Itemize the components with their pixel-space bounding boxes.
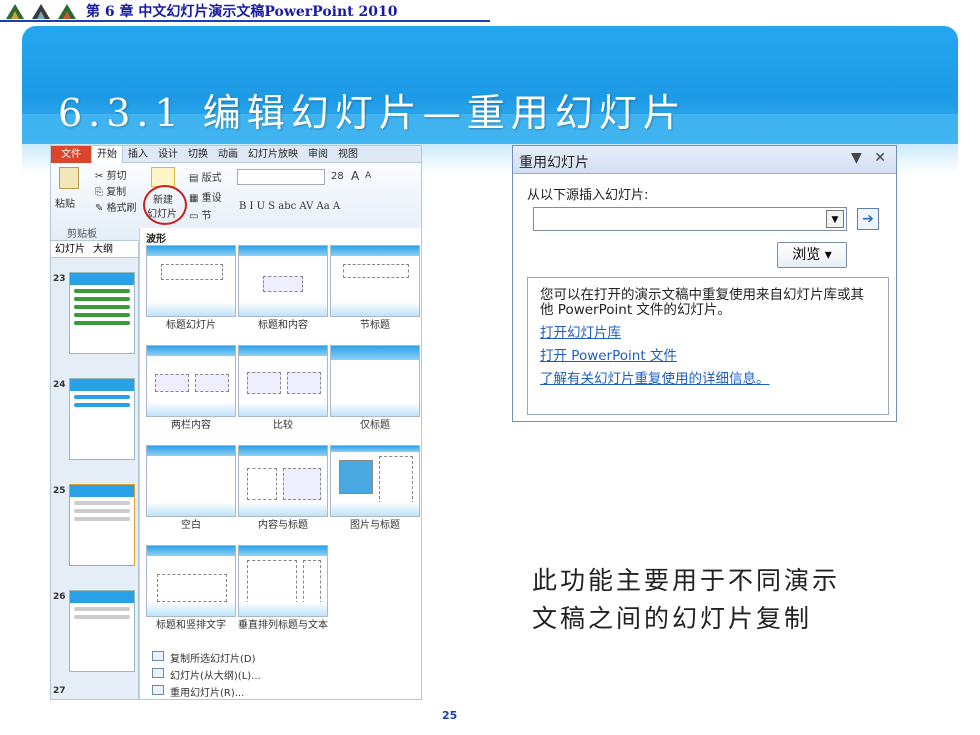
tab-slideshow[interactable]: 幻灯片放映 <box>243 146 303 163</box>
powerpoint-screenshot: 文件 开始 插入 设计 切换 动画 幻灯片放映 审阅 视图 粘贴 ✂ 剪切 ⎘ … <box>50 145 422 700</box>
layout-title-slide[interactable] <box>146 245 236 317</box>
layout-content-caption[interactable] <box>238 445 328 517</box>
layout-label: 图片与标题 <box>350 520 400 531</box>
layout-comparison[interactable] <box>238 345 328 417</box>
cut-button[interactable]: ✂ 剪切 <box>95 167 127 182</box>
layout-two-content[interactable] <box>146 345 236 417</box>
tab-insert[interactable]: 插入 <box>123 146 153 163</box>
tab-review[interactable]: 审阅 <box>303 146 333 163</box>
slide-number: 26 <box>53 592 66 602</box>
layout-label: 内容与标题 <box>258 520 308 531</box>
layout-label: 空白 <box>181 520 201 531</box>
paste-icon[interactable] <box>59 167 79 189</box>
reuse-slides-command[interactable]: 重用幻灯片(R)... <box>170 684 244 699</box>
reuse-slides-panel: 重用幻灯片 ▼ ✕ 从以下源插入幻灯片: ▼ ➔ 浏览 ▾ 您可以在打开的演示文… <box>512 145 897 422</box>
tab-transitions[interactable]: 切换 <box>183 146 213 163</box>
layout-blank[interactable] <box>146 445 236 517</box>
reuse-slides-icon <box>152 685 164 695</box>
slide-caption: 此功能主要用于不同演示 文稿之间的幻灯片复制 <box>532 562 912 638</box>
close-icon[interactable]: ✕ <box>874 150 886 166</box>
paste-button[interactable]: 粘贴 <box>55 195 75 210</box>
triangle-logo-icon <box>56 2 78 20</box>
layout-label: 标题和内容 <box>258 320 308 331</box>
gallery-theme-title: 波形 <box>146 234 166 245</box>
caption-line: 此功能主要用于不同演示 <box>532 566 841 595</box>
layout-section-header[interactable] <box>330 245 420 317</box>
slide-number: 23 <box>53 274 66 284</box>
format-painter-button[interactable]: ✎ 格式刷 <box>95 199 137 214</box>
shrink-font-button[interactable]: A <box>365 171 371 181</box>
chapter-title: 第 6 章 中文幻灯片演示文稿PowerPoint 2010 <box>86 4 398 20</box>
open-powerpoint-file-link[interactable]: 打开 PowerPoint 文件 <box>540 349 876 364</box>
layout-label: 比较 <box>273 420 293 431</box>
ribbon-tabs: 文件 开始 插入 设计 切换 动画 幻灯片放映 审阅 视图 <box>51 146 421 163</box>
slides-from-outline-icon <box>152 668 164 678</box>
new-slide-highlight <box>143 185 187 225</box>
font-style-buttons[interactable]: B I U S abc AV Aa A <box>239 201 340 212</box>
duplicate-slide-icon <box>152 651 164 661</box>
chapter-header: 第 6 章 中文幻灯片演示文稿PowerPoint 2010 <box>0 0 980 22</box>
slide-number: 27 <box>53 686 66 696</box>
layout-title-only[interactable] <box>330 345 420 417</box>
new-slide-icon[interactable] <box>151 167 175 187</box>
slide-thumbnail[interactable] <box>69 590 135 672</box>
grow-font-button[interactable]: A <box>351 169 359 183</box>
layout-label: 节标题 <box>360 320 390 331</box>
slide-thumbnail[interactable] <box>69 378 135 460</box>
layout-button[interactable]: ▤ 版式 <box>189 169 222 184</box>
copy-button[interactable]: ⎘ 复制 <box>95 183 126 198</box>
tab-view[interactable]: 视图 <box>333 146 363 163</box>
layout-title-content[interactable] <box>238 245 328 317</box>
source-input[interactable]: ▼ <box>533 207 847 231</box>
duplicate-slides-command[interactable]: 复制所选幻灯片(D) <box>170 650 256 665</box>
caption-line: 文稿之间的幻灯片复制 <box>532 604 813 633</box>
panel-description: 您可以在打开的演示文稿中重复使用来自幻灯片库或其他 PowerPoint 文件的… <box>540 287 864 318</box>
go-arrow-icon[interactable]: ➔ <box>857 208 879 230</box>
font-name-input[interactable] <box>237 169 325 185</box>
slide-number: 24 <box>53 380 66 390</box>
layout-label: 标题和竖排文字 <box>156 620 226 631</box>
tab-design[interactable]: 设计 <box>153 146 183 163</box>
chevron-down-icon[interactable]: ▼ <box>826 210 844 228</box>
tab-outline[interactable]: 大纲 <box>89 242 117 257</box>
slide-thumbnail[interactable] <box>69 272 135 354</box>
browse-button[interactable]: 浏览 ▾ <box>777 242 847 268</box>
layout-title-vertical-text[interactable] <box>146 545 236 617</box>
slide-thumbnail[interactable] <box>69 484 135 566</box>
font-size-value[interactable]: 28 <box>331 171 344 182</box>
tab-animations[interactable]: 动画 <box>213 146 243 163</box>
layout-label: 两栏内容 <box>171 420 211 431</box>
header-underline <box>0 20 490 22</box>
info-box: 您可以在打开的演示文稿中重复使用来自幻灯片库或其他 PowerPoint 文件的… <box>527 277 889 415</box>
slide-title: 6.3.1 编辑幻灯片—重用幻灯片 <box>58 91 687 135</box>
panel-header: 重用幻灯片 ▼ ✕ <box>513 146 896 174</box>
panel-menu-icon[interactable]: ▼ <box>851 150 862 166</box>
slides-from-outline-command[interactable]: 幻灯片(从大纲)(L)... <box>170 667 261 682</box>
layout-gallery: 波形 标题幻灯片 标题和内容 节标题 两栏内容 比较 仅标题 空白 内容与标题 … <box>139 228 421 699</box>
panel-title: 重用幻灯片 <box>519 155 589 171</box>
slide-thumbnail-pane: 幻灯片 大纲 23 24 25 26 27 <box>51 242 139 699</box>
tab-slides[interactable]: 幻灯片 <box>51 242 89 257</box>
slide-number: 25 <box>53 486 66 496</box>
tab-file[interactable]: 文件 <box>51 146 91 163</box>
header-icons <box>4 2 78 20</box>
triangle-logo-icon <box>30 2 52 20</box>
layout-label: 垂直排列标题与文本 <box>238 620 328 631</box>
open-slide-library-link[interactable]: 打开幻灯片库 <box>540 326 876 341</box>
section-button[interactable]: ▭ 节 <box>189 207 212 222</box>
clipboard-group-label: 剪贴板 <box>67 229 97 240</box>
layout-picture-caption[interactable] <box>330 445 420 517</box>
layout-label: 标题幻灯片 <box>166 320 216 331</box>
layout-vertical-title-text[interactable] <box>238 545 328 617</box>
pane-tabs: 幻灯片 大纲 <box>51 242 138 258</box>
source-label: 从以下源插入幻灯片: <box>527 188 649 203</box>
layout-label: 仅标题 <box>360 420 390 431</box>
tab-home[interactable]: 开始 <box>91 146 123 163</box>
triangle-logo-icon <box>4 2 26 20</box>
page-number: 25 <box>442 709 458 722</box>
learn-more-link[interactable]: 了解有关幻灯片重复使用的详细信息。 <box>540 372 876 387</box>
reset-button[interactable]: ▦ 重设 <box>189 189 222 204</box>
